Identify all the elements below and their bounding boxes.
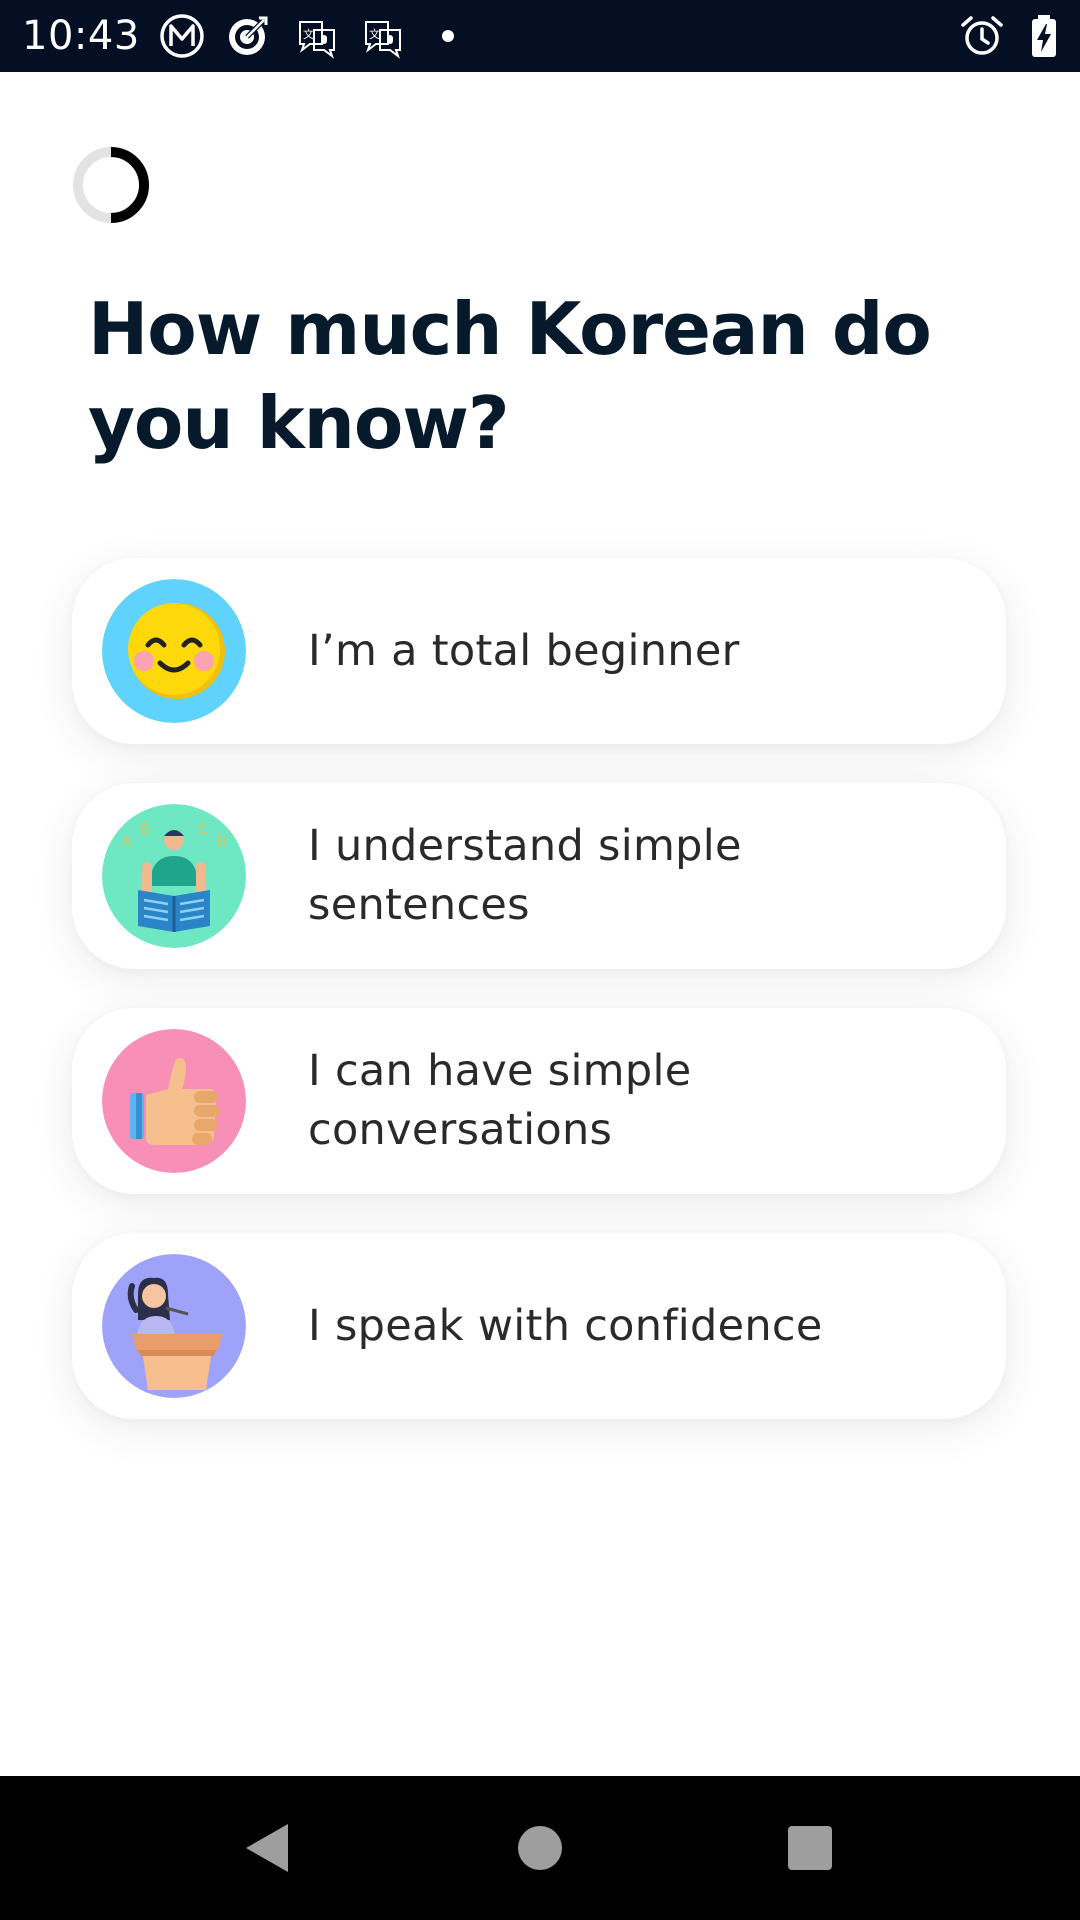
option-simple-conversations[interactable]: I can have simple conversations: [72, 1008, 1006, 1194]
recents-icon[interactable]: [778, 1816, 842, 1880]
battery-charging-icon: [1020, 12, 1068, 60]
status-bar: 10:43 文 文: [0, 0, 1080, 72]
option-total-beginner[interactable]: I’m a total beginner: [72, 558, 1006, 744]
question-title: How much Korean do you know?: [88, 287, 932, 465]
screen: 10:43 文 文 How much Korean do you know? I…: [0, 0, 1080, 1920]
option-label: I can have simple conversations: [308, 1046, 692, 1155]
progress-ring: [72, 146, 150, 224]
option-label: I understand simple sentences: [308, 821, 742, 930]
back-icon[interactable]: [234, 1816, 298, 1880]
option-speak-with-confidence[interactable]: I speak with confidence: [72, 1233, 1006, 1419]
option-simple-sentences[interactable]: A B C D I understand simple sentences: [72, 783, 1006, 969]
smiling-face-icon: [102, 579, 246, 723]
svg-text:文: 文: [369, 27, 380, 41]
navigation-bar: [0, 1776, 1080, 1920]
svg-text:文: 文: [303, 27, 314, 41]
status-time: 10:43: [22, 13, 140, 59]
svg-text:D: D: [216, 834, 227, 850]
svg-text:C: C: [198, 822, 208, 838]
svg-text:B: B: [140, 822, 150, 838]
thumbs-up-icon: [102, 1029, 246, 1173]
option-label: I’m a total beginner: [308, 625, 740, 676]
notification-dot-icon: [424, 12, 472, 60]
target-icon: [224, 12, 272, 60]
home-icon[interactable]: [508, 1816, 572, 1880]
svg-text:A: A: [122, 834, 132, 850]
alarm-icon: [958, 12, 1006, 60]
motorola-m-icon: [158, 12, 206, 60]
reading-person-icon: A B C D: [102, 804, 246, 948]
translate-mic-icon: 文: [358, 12, 406, 60]
speaker-at-podium-icon: [102, 1254, 246, 1398]
translate-mic-icon: 文: [292, 12, 340, 60]
option-label: I speak with confidence: [308, 1300, 823, 1351]
